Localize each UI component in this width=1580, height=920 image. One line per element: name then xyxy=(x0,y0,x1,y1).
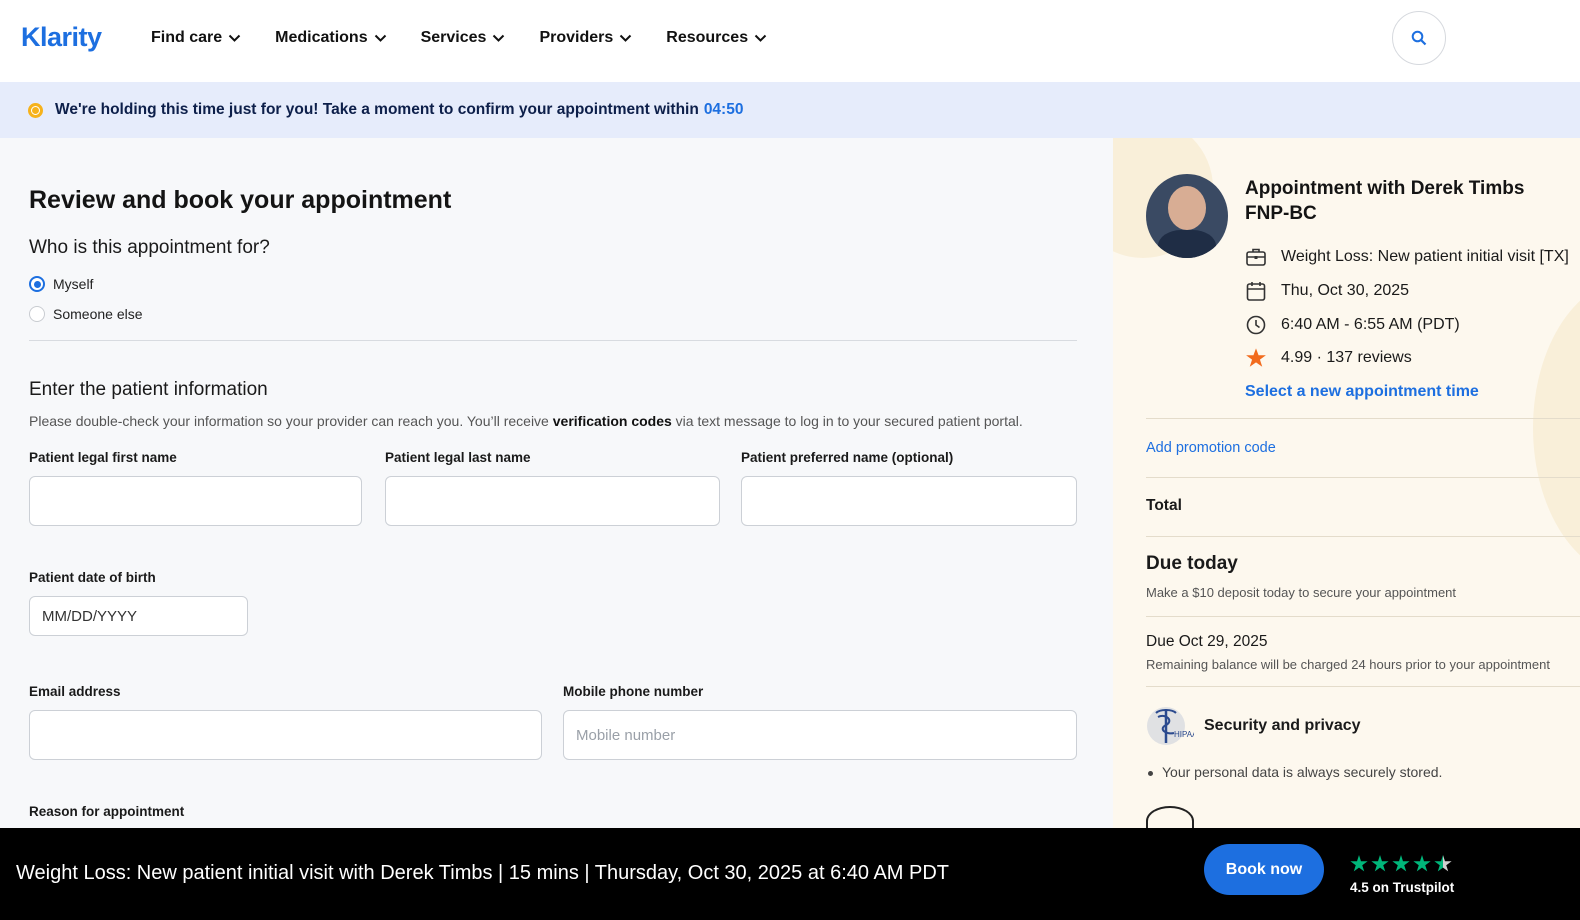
chevron-down-icon xyxy=(228,34,241,42)
email-label: Email address xyxy=(29,684,121,699)
clock-icon xyxy=(1245,314,1267,336)
hipaa-badge-icon: HIPAA xyxy=(1146,705,1198,747)
main-nav: Find care Medications Services Providers… xyxy=(151,29,801,47)
timer-icon xyxy=(28,102,43,118)
appointment-date: Thu, Oct 30, 2025 xyxy=(1281,282,1410,299)
nav-label: Medications xyxy=(275,29,368,46)
top-navigation: Klarity Find care Medications Services P… xyxy=(0,0,1580,82)
star-icon xyxy=(1245,347,1267,369)
provider-rating: 4.99 · 137 reviews xyxy=(1281,349,1412,366)
divider xyxy=(1146,536,1580,537)
briefcase-icon xyxy=(1245,246,1267,268)
chevron-down-icon xyxy=(493,34,505,42)
helper-text: Please double-check your information so … xyxy=(29,413,1023,429)
reason-label: Reason for appointment xyxy=(29,804,185,819)
helper-text-end: via text message to log in to your secur… xyxy=(671,413,1023,429)
klarity-logo[interactable]: Klarity xyxy=(21,22,102,53)
option-label: Myself xyxy=(53,276,94,292)
countdown-timer: 04:50 xyxy=(703,101,744,118)
section-divider xyxy=(29,340,1077,341)
trustpilot-stars xyxy=(1350,855,1452,873)
option-label: Someone else xyxy=(53,306,143,322)
radio-selected[interactable] xyxy=(29,276,45,292)
due-today-label: Due today xyxy=(1146,553,1238,574)
time-row: 6:40 AM - 6:55 AM (PDT) xyxy=(1245,314,1460,336)
who-question: Who is this appointment for? xyxy=(29,237,270,258)
trustpilot-rating-text: 4.5 on Trustpilot xyxy=(1350,880,1455,895)
book-now-button[interactable]: Book now xyxy=(1204,844,1324,895)
rating-row: 4.99 · 137 reviews xyxy=(1245,347,1412,369)
add-promotion-code-link[interactable]: Add promotion code xyxy=(1146,440,1276,456)
chevron-down-icon xyxy=(754,34,767,42)
booking-summary-text: Weight Loss: New patient initial visit w… xyxy=(16,862,950,884)
first-name-field[interactable] xyxy=(29,476,362,526)
nav-medications[interactable]: Medications xyxy=(275,29,386,47)
divider xyxy=(1146,418,1580,419)
chevron-down-icon xyxy=(374,34,386,42)
star-icon xyxy=(1371,855,1389,872)
calendar-icon xyxy=(1245,280,1267,302)
due-date-note: Remaining balance will be charged 24 hou… xyxy=(1146,657,1550,672)
nav-services[interactable]: Services xyxy=(421,29,506,47)
nav-providers[interactable]: Providers xyxy=(539,29,632,47)
option-myself[interactable]: Myself xyxy=(29,276,93,292)
select-new-time-link[interactable]: Select a new appointment time xyxy=(1245,383,1479,401)
radio-unselected[interactable] xyxy=(29,306,45,322)
bottom-booking-bar: Weight Loss: New patient initial visit w… xyxy=(0,828,1580,920)
divider xyxy=(1146,616,1580,617)
search-button[interactable] xyxy=(1392,11,1446,65)
decorative-shape xyxy=(1533,278,1580,578)
helper-text-emphasis: verification codes xyxy=(552,413,672,429)
total-label: Total xyxy=(1146,497,1182,514)
due-today-note: Make a $10 deposit today to secure your … xyxy=(1146,585,1457,600)
visit-type: Weight Loss: New patient initial visit [… xyxy=(1281,248,1569,265)
nav-label: Resources xyxy=(666,29,749,46)
hold-timer-banner: We're holding this time just for you! Ta… xyxy=(0,82,1580,138)
chevron-down-icon xyxy=(620,34,632,42)
star-icon xyxy=(1350,855,1368,872)
security-title: Security and privacy xyxy=(1204,717,1361,734)
search-icon xyxy=(1411,30,1427,46)
phone-field[interactable] xyxy=(563,710,1077,760)
helper-text-start: Please double-check your information so … xyxy=(29,413,553,429)
last-name-field[interactable] xyxy=(385,476,720,526)
nav-find-care[interactable]: Find care xyxy=(151,29,241,47)
star-icon xyxy=(1413,855,1431,872)
phone-label: Mobile phone number xyxy=(563,684,704,699)
nav-resources[interactable]: Resources xyxy=(666,29,767,47)
last-name-label: Patient legal last name xyxy=(385,450,531,465)
security-bullet: Your personal data is always securely st… xyxy=(1147,764,1443,780)
booking-form: Review and book your appointment Who is … xyxy=(0,138,1113,828)
provider-avatar xyxy=(1146,174,1228,258)
divider xyxy=(1146,686,1580,687)
divider xyxy=(1146,477,1580,478)
nav-label: Find care xyxy=(151,29,223,46)
option-someone-else[interactable]: Someone else xyxy=(29,306,143,322)
preferred-name-field[interactable] xyxy=(741,476,1077,526)
nav-label: Services xyxy=(420,29,487,46)
patient-section-title: Enter the patient information xyxy=(29,379,268,400)
email-field[interactable] xyxy=(29,710,542,760)
due-date-label: Due Oct 29, 2025 xyxy=(1146,633,1268,650)
half-star-icon xyxy=(1434,855,1452,872)
hipaa-text: HIPAA xyxy=(1174,730,1194,739)
nav-label: Providers xyxy=(539,29,614,46)
star-icon xyxy=(1392,855,1410,872)
first-name-label: Patient legal first name xyxy=(29,450,177,465)
page-title: Review and book your appointment xyxy=(29,186,452,214)
preferred-name-label: Patient preferred name (optional) xyxy=(741,450,954,465)
date-row: Thu, Oct 30, 2025 xyxy=(1245,280,1409,302)
dob-field[interactable] xyxy=(29,596,248,636)
appointment-time: 6:40 AM - 6:55 AM (PDT) xyxy=(1281,316,1460,333)
appointment-title: Appointment with Derek Timbs FNP-BC xyxy=(1245,178,1525,224)
visit-type-row: Weight Loss: New patient initial visit [… xyxy=(1245,246,1569,268)
dob-label: Patient date of birth xyxy=(29,570,156,585)
banner-message: We're holding this time just for you! Ta… xyxy=(55,101,699,118)
